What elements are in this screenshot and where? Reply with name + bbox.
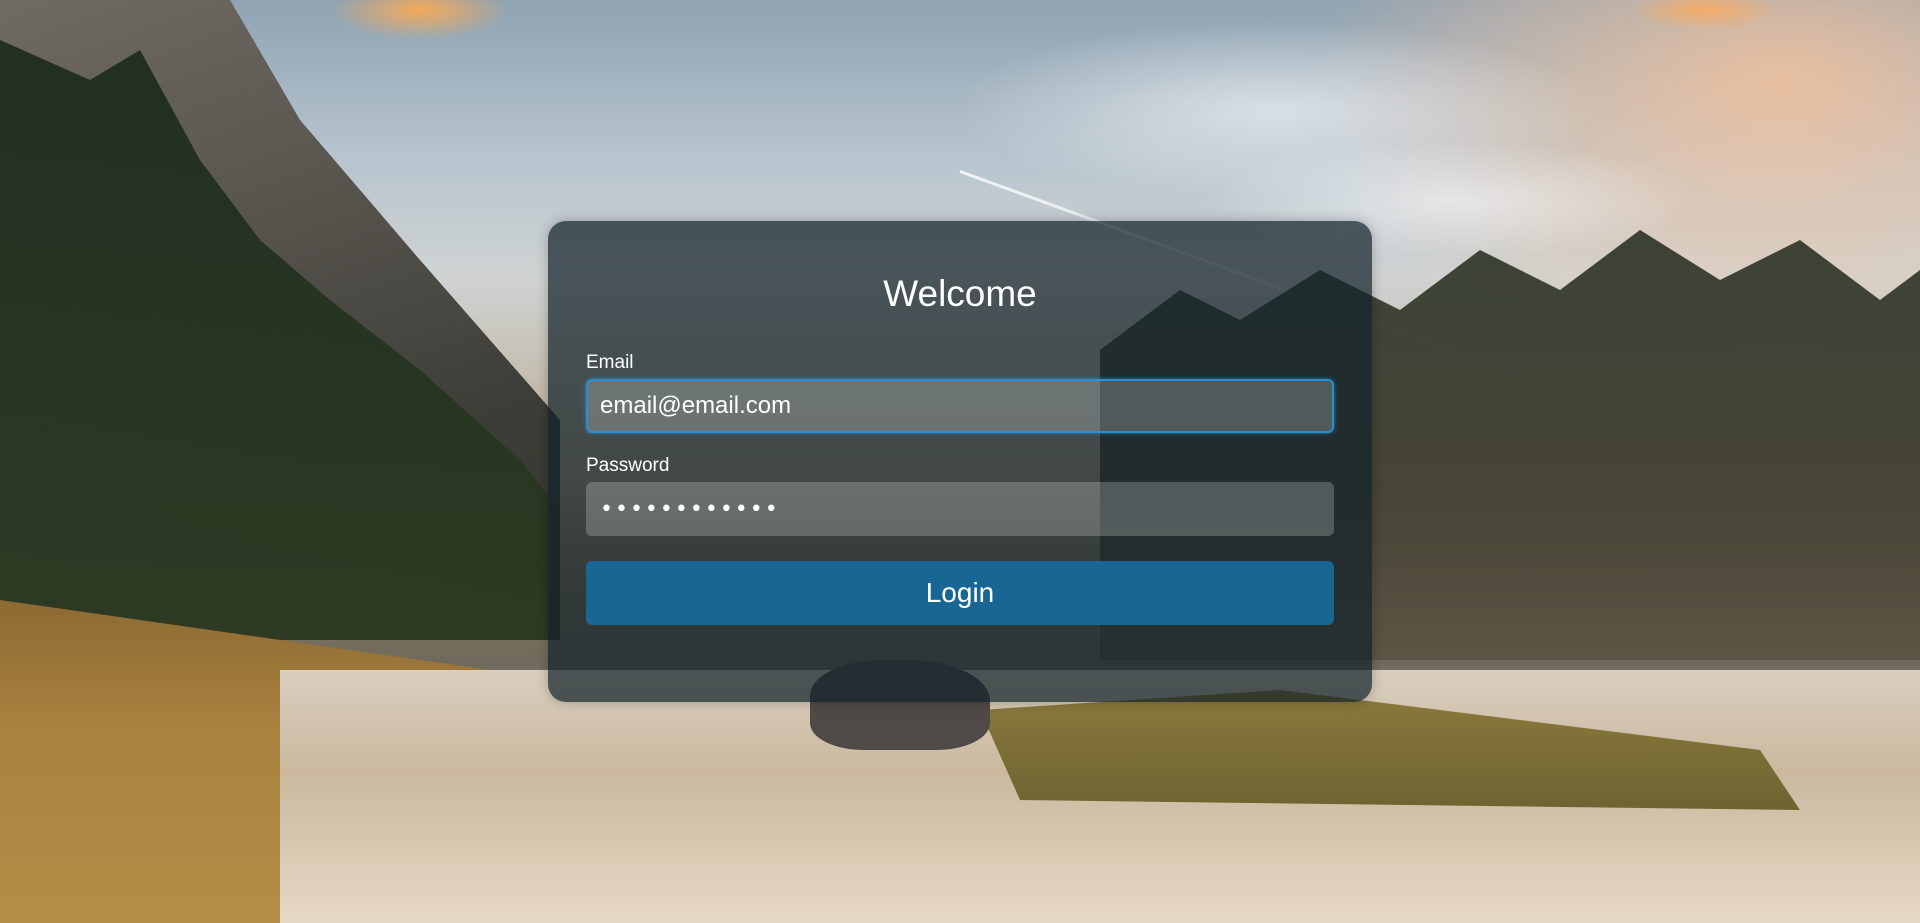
password-label: Password [586,455,670,476]
email-field[interactable] [586,379,1334,433]
email-label: Email [586,352,634,373]
login-button[interactable]: Login [586,561,1334,625]
cloud [330,0,510,40]
background-landscape: Welcome Email Password Login [0,0,1920,923]
welcome-title: Welcome [883,273,1037,314]
password-field[interactable] [586,482,1334,536]
login-card: Welcome Email Password Login [548,221,1372,702]
